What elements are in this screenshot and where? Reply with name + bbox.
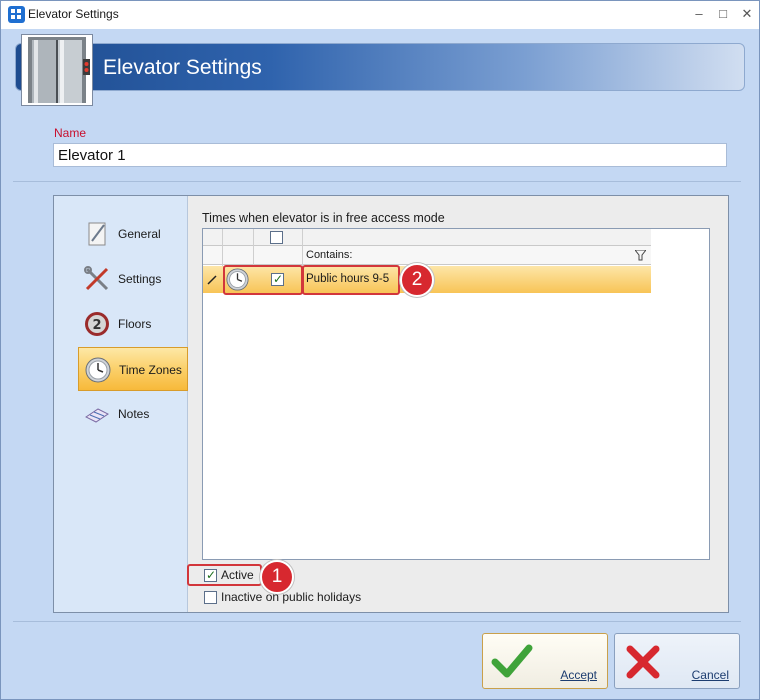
window-title: Elevator Settings <box>28 7 119 21</box>
svg-text:2: 2 <box>92 318 101 333</box>
filter-label: Contains: <box>306 249 353 261</box>
select-all-checkbox[interactable] <box>270 231 283 244</box>
sidebar-item-floors[interactable]: 2 Floors <box>78 302 188 346</box>
sidebar-item-label: Time Zones <box>119 363 182 377</box>
minimize-button[interactable]: – <box>689 5 709 23</box>
callout-highlight-name <box>302 265 400 295</box>
inactive-holidays-checkbox[interactable] <box>204 591 217 604</box>
sidebar-item-label: General <box>118 227 161 241</box>
sidebar-item-label: Notes <box>118 407 150 421</box>
sidebar-item-general[interactable]: General <box>78 212 188 256</box>
notes-icon <box>85 408 109 423</box>
grid-header <box>203 229 651 246</box>
accept-label: Accept <box>560 668 597 682</box>
sidebar-item-label: Floors <box>118 317 152 331</box>
time-zones-caption: Times when elevator is in free access mo… <box>202 211 445 225</box>
sidebar-item-notes[interactable]: Notes <box>78 392 188 436</box>
sidebar-item-settings[interactable]: Settings <box>78 257 188 301</box>
callout-badge-2: 2 <box>400 263 434 297</box>
name-field[interactable] <box>53 143 727 167</box>
filter-icon[interactable] <box>635 250 646 261</box>
inactive-holidays-label: Inactive on public holidays <box>221 590 362 604</box>
name-label: Name <box>54 126 87 140</box>
page-title: Elevator Settings <box>103 56 262 79</box>
accept-button[interactable]: Accept <box>482 633 608 689</box>
settings-icon <box>84 266 109 291</box>
clock-icon <box>85 357 111 383</box>
divider <box>13 621 741 622</box>
filter-row[interactable]: Contains: <box>203 246 651 265</box>
checkmark-icon <box>491 644 533 678</box>
callout-badge-1: 1 <box>260 560 294 594</box>
general-icon <box>88 222 106 246</box>
divider <box>13 181 741 182</box>
floors-icon: 2 <box>85 312 109 336</box>
elevator-settings-window: Elevator Settings – □ ✕ Elevator Setting… <box>0 0 760 700</box>
close-window-button[interactable]: ✕ <box>737 5 757 23</box>
callout-highlight-clock-checkbox <box>223 265 303 295</box>
app-icon <box>8 6 25 23</box>
cancel-button[interactable]: Cancel <box>614 633 740 689</box>
elevator-icon <box>21 34 93 106</box>
sidebar: General Settings 2 Floors Time Zones Not… <box>54 196 188 612</box>
cancel-label: Cancel <box>691 668 729 682</box>
title-bar: Elevator Settings – □ ✕ <box>1 1 759 29</box>
edit-pencil-icon <box>207 275 217 285</box>
maximize-button[interactable]: □ <box>713 5 733 23</box>
sidebar-item-time-zones[interactable]: Time Zones <box>78 347 188 391</box>
cross-icon <box>626 645 660 679</box>
sidebar-item-label: Settings <box>118 272 162 286</box>
callout-highlight-active <box>187 564 262 586</box>
settings-panel: General Settings 2 Floors Time Zones Not… <box>53 195 729 613</box>
